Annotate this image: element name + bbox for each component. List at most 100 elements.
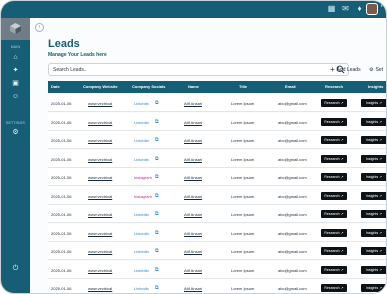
table-row[interactable]: 2025-01-06 www.vectrical Instagram ⧉ Atif An…: [48, 186, 386, 205]
external-link-icon[interactable]: ⧉: [155, 230, 161, 236]
insights-button[interactable]: Insights ↗: [361, 99, 386, 107]
insights-button[interactable]: Insights ↗: [361, 117, 386, 126]
table-row[interactable]: 2025-01-06 www.vectrical Linkedin ⧉ Atif Ans…: [48, 223, 386, 242]
mail-icon[interactable]: ✉: [341, 4, 350, 13]
insights-button[interactable]: Insights ↗: [361, 210, 386, 218]
cell-website-link[interactable]: www.vectrical: [88, 157, 112, 162]
cell-website-link[interactable]: www.vectrical: [88, 175, 112, 180]
column-header-date[interactable]: Date: [51, 84, 60, 89]
table-row[interactable]: 2025-01-06 www.vectrical Linkedin ⧉ Atif Ans…: [48, 131, 386, 149]
collapse-sidebar-button[interactable]: ‹: [35, 23, 44, 32]
cell-name-link[interactable]: Atif Ansari: [184, 120, 202, 125]
external-link-icon[interactable]: ⧉: [155, 193, 161, 199]
external-link-icon[interactable]: ⧉: [155, 137, 161, 143]
research-button[interactable]: Research ↗: [321, 154, 347, 163]
insights-button[interactable]: Insights ↗: [361, 228, 386, 237]
table-row[interactable]: 2025-01-06 www.vectrical Linkedin ⧉ Atif Ans…: [48, 279, 386, 293]
users-icon[interactable]: ✦: [11, 66, 20, 75]
external-link-icon[interactable]: ⧉: [155, 211, 161, 217]
gear-icon[interactable]: ⚙: [11, 128, 20, 137]
insights-button[interactable]: Insights ↗: [361, 173, 386, 181]
cell-website-link[interactable]: www.vectrical: [88, 212, 112, 217]
cell-name-link[interactable]: Atif Ansari: [184, 175, 202, 180]
user-name-label[interactable]: Pa: [381, 3, 386, 9]
layers-icon[interactable]: ▣: [11, 79, 20, 88]
cell-website-link[interactable]: www.vectrical: [88, 101, 112, 106]
research-button[interactable]: Research ↗: [321, 173, 347, 181]
power-icon[interactable]: ⏻: [11, 264, 20, 273]
insights-button[interactable]: Insights ↗: [361, 247, 386, 255]
cell-name-link[interactable]: Atif Ansari: [184, 138, 202, 143]
column-header-title[interactable]: Title: [239, 84, 247, 89]
research-button[interactable]: Research ↗: [321, 284, 347, 292]
logo[interactable]: [1, 18, 30, 40]
insights-button[interactable]: Insights ↗: [361, 154, 386, 163]
cell-name-link[interactable]: Atif Ansari: [184, 194, 202, 199]
cell-social-link[interactable]: Linkedin: [134, 101, 149, 106]
external-link-icon[interactable]: ⧉: [155, 174, 161, 180]
research-button[interactable]: Research ↗: [321, 117, 347, 126]
cell-website-link[interactable]: www.vectrical: [88, 286, 112, 291]
table-row[interactable]: 2025-01-06 www.vectrical Linkedin ⧉ Atif Ans…: [48, 260, 386, 279]
insights-button[interactable]: Insights ↗: [361, 136, 386, 144]
external-link-icon[interactable]: ⧉: [155, 100, 161, 106]
insights-button[interactable]: Insights ↗: [361, 265, 386, 274]
table-row[interactable]: 2025-01-06 www.vectrical Linkedin ⧉ Atif Ans…: [48, 205, 386, 223]
external-link-icon[interactable]: ⧉: [155, 248, 161, 254]
research-button[interactable]: Research ↗: [321, 228, 347, 237]
research-button[interactable]: Research ↗: [321, 191, 347, 200]
external-link-icon[interactable]: ⧉: [155, 156, 161, 162]
column-header-website[interactable]: Company Website: [83, 84, 118, 89]
cell-social-link[interactable]: Instagram: [134, 194, 152, 199]
column-header-socials[interactable]: Company Socials: [132, 84, 165, 89]
add-leads-button[interactable]: + Add Leads: [330, 63, 361, 76]
cell-website-link[interactable]: www.vectrical: [88, 120, 112, 125]
home-icon[interactable]: ⌂: [11, 53, 20, 62]
external-link-icon[interactable]: ⧉: [155, 285, 161, 291]
table-row[interactable]: 2025-01-06 www.vectrical Linkedin ⧉ Atif Ans…: [48, 112, 386, 131]
column-header-name[interactable]: Name: [188, 84, 199, 89]
cell-name-link[interactable]: Atif Ansari: [184, 249, 202, 254]
cell-social-link[interactable]: Linkedin: [134, 231, 149, 236]
column-header-email[interactable]: Email: [285, 84, 296, 89]
external-link-icon[interactable]: ⧉: [155, 119, 161, 125]
column-header-research[interactable]: Research: [325, 84, 343, 89]
cell-social-link[interactable]: Instagram: [134, 175, 152, 180]
cell-social-link[interactable]: Linkedin: [134, 212, 149, 217]
cell-website-link[interactable]: www.vectrical: [88, 268, 112, 273]
research-button[interactable]: Research ↗: [321, 99, 347, 107]
cell-website-link[interactable]: www.vectrical: [88, 231, 112, 236]
cell-name-link[interactable]: Atif Ansari: [184, 212, 202, 217]
insights-button[interactable]: Insights ↗: [361, 284, 386, 292]
research-button[interactable]: Research ↗: [321, 247, 347, 255]
column-header-insights[interactable]: Insights: [368, 84, 383, 89]
cell-name-link[interactable]: Atif Ansari: [184, 268, 202, 273]
table-row[interactable]: 2025-01-06 www.vectrical Linkedin ⧉ Atif Ans…: [48, 242, 386, 260]
external-link-icon[interactable]: ⧉: [155, 267, 161, 273]
store-icon[interactable]: ▦: [327, 4, 336, 13]
avatar[interactable]: [366, 3, 378, 15]
research-button[interactable]: Research ↗: [321, 136, 347, 144]
cell-website-link[interactable]: www.vectrical: [88, 249, 112, 254]
research-button[interactable]: Research ↗: [321, 210, 347, 218]
cell-social-link[interactable]: Linkedin: [134, 249, 149, 254]
cell-social-link[interactable]: Linkedin: [134, 120, 149, 125]
settings-button[interactable]: ⚙ Set: [369, 63, 383, 76]
table-row[interactable]: 2025-01-06 www.vectrical Linkedin ⧉ Atif Ans…: [48, 94, 386, 112]
search-input[interactable]: [53, 65, 323, 75]
cell-social-link[interactable]: Linkedin: [134, 268, 149, 273]
cell-name-link[interactable]: Atif Ansari: [184, 286, 202, 291]
cell-name-link[interactable]: Atif Ansari: [184, 231, 202, 236]
insights-button[interactable]: Insights ↗: [361, 191, 386, 200]
cell-name-link[interactable]: Atif Ansari: [184, 101, 202, 106]
cell-name-link[interactable]: Atif Ansari: [184, 157, 202, 162]
table-row[interactable]: 2025-01-06 www.vectrical Linkedin ⧉ Atif Ans…: [48, 149, 386, 168]
cell-social-link[interactable]: Linkedin: [134, 157, 149, 162]
cell-social-link[interactable]: Linkedin: [134, 138, 149, 143]
table-row[interactable]: 2025-01-06 www.vectrical Instagram ⧉ Atif An…: [48, 168, 386, 186]
cell-website-link[interactable]: www.vectrical: [88, 138, 112, 143]
cell-social-link[interactable]: Linkedin: [134, 286, 149, 291]
person-icon[interactable]: ☺: [11, 92, 20, 101]
cell-website-link[interactable]: www.vectrical: [88, 194, 112, 199]
bell-icon[interactable]: ♦: [355, 4, 364, 13]
